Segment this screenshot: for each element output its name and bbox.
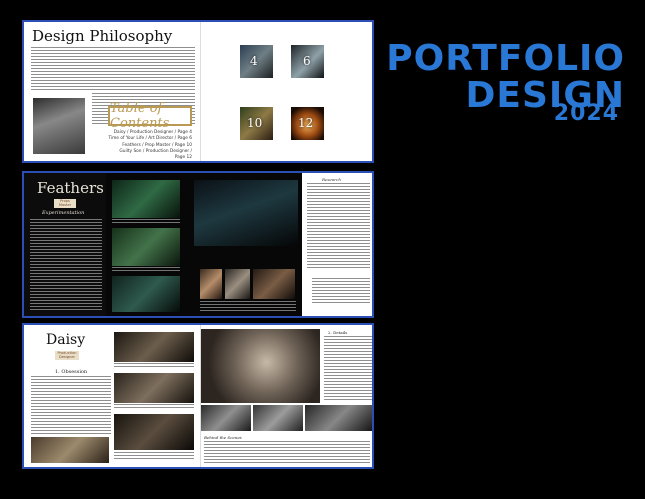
bts-photo [201, 405, 251, 431]
prop-photo [200, 269, 222, 299]
tile-number: 4 [250, 54, 258, 68]
role-tag: Production Designer [55, 351, 79, 360]
scene-photo [194, 180, 298, 246]
film-set-photo [33, 98, 85, 154]
photo-caption [114, 404, 194, 410]
scene-photo [112, 276, 180, 312]
photo-caption [112, 219, 182, 225]
toc-item[interactable]: Guilty Son / Production Designer / Page … [108, 149, 192, 161]
prop-photo [253, 269, 295, 299]
scene-photo [114, 414, 194, 450]
body-text [307, 183, 370, 269]
credits-block [312, 278, 370, 304]
section-heading: Behind the Scenes [204, 435, 242, 440]
prop-photo [225, 269, 250, 299]
photo-caption [112, 267, 182, 273]
project-title: Feathers [37, 179, 104, 197]
body-text [200, 301, 296, 312]
scene-photo [114, 332, 194, 362]
toc-list: Daisy / Production Designer / Page 4 Tim… [108, 130, 192, 161]
role-line: Designer [58, 355, 76, 359]
role-tag: Props Master [54, 199, 76, 208]
section-label: Research [322, 177, 341, 182]
page-title: Design Philosophy [32, 27, 173, 45]
scene-photo [114, 373, 194, 403]
body-text [31, 47, 195, 92]
tile-number: 10 [247, 116, 263, 130]
role-line: Master [58, 203, 72, 207]
section-heading: 1. Obsession [55, 369, 88, 375]
body-text [324, 336, 372, 400]
spread-design-philosophy: Design Philosophy Table of Contents Dais… [22, 20, 374, 163]
bts-photo [253, 405, 303, 431]
scene-photo [112, 180, 180, 218]
body-text [30, 219, 102, 311]
right-page [200, 22, 372, 161]
tile-photo[interactable]: 10 [240, 107, 273, 140]
body-text [204, 441, 370, 463]
toc-item[interactable]: Time of Your Life / Art Director / Page … [108, 136, 192, 142]
section-heading: 2. Details [328, 330, 348, 335]
body-text [31, 376, 111, 434]
spread-feathers: Feathers Props Master Experimentation Re… [22, 171, 374, 318]
tile-number: 12 [298, 116, 314, 130]
scene-photo [112, 228, 180, 266]
hero-photo [201, 329, 320, 403]
section-subtitle: Experimentation [42, 210, 85, 216]
bts-photo [305, 405, 372, 431]
tile-photo[interactable]: 4 [240, 45, 273, 78]
toc-heading: Table of Contents [108, 101, 192, 131]
brand-year: 2024 [553, 101, 619, 126]
tile-photo[interactable]: 12 [291, 107, 324, 140]
photo-caption [114, 452, 194, 460]
photo-caption [114, 363, 194, 369]
brand-line1: PORTFOLIO [386, 38, 625, 79]
tile-number: 6 [303, 54, 311, 68]
tile-photo[interactable]: 6 [291, 45, 324, 78]
project-title: Daisy [46, 332, 86, 348]
spread-daisy: Daisy Production Designer 1. Obsession 2… [22, 323, 374, 469]
set-photo [31, 437, 109, 463]
